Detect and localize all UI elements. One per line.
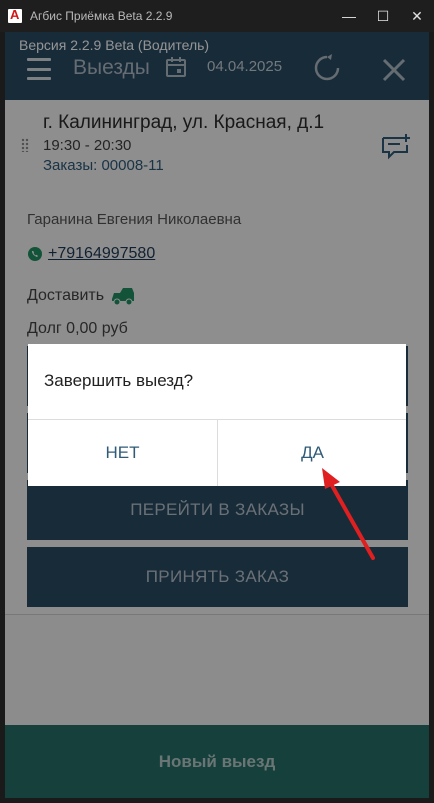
maximize-button[interactable]: ☐	[366, 0, 400, 32]
app-window: Версия 2.2.9 Beta (Водитель) Выезды 04.0…	[5, 32, 429, 798]
dialog-message: Завершить выезд?	[44, 371, 194, 390]
window-title: Агбис Приёмка Beta 2.2.9	[30, 9, 173, 23]
app-logo-icon	[8, 7, 22, 23]
dialog-yes-button[interactable]: ДА	[218, 420, 407, 486]
window-close-button[interactable]: ✕	[400, 0, 434, 32]
dialog-no-button[interactable]: НЕТ	[28, 420, 217, 486]
confirm-dialog: Завершить выезд? НЕТ ДА	[28, 344, 406, 486]
minimize-button[interactable]: —	[332, 0, 366, 32]
window-titlebar: Агбис Приёмка Beta 2.2.9 — ☐ ✕	[0, 0, 434, 32]
